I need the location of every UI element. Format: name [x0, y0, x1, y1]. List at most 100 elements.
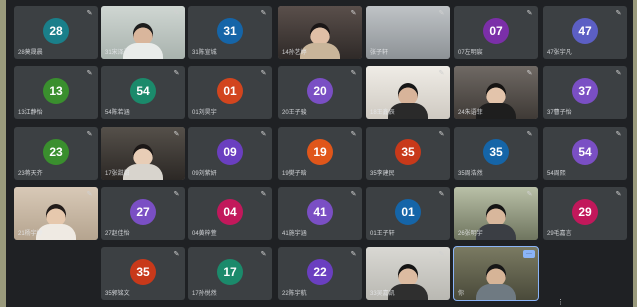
- mic-off-icon: ✎: [350, 131, 357, 138]
- participant-tile[interactable]: 01 ✎ 01刘昊宇: [188, 66, 272, 119]
- participant-avatar: 20: [307, 77, 333, 104]
- participant-avatar: 37: [572, 77, 598, 104]
- participant-name: 你: [458, 291, 465, 297]
- participant-name: 13江静怡: [18, 110, 43, 116]
- participant-name: 22陈宇航: [282, 291, 307, 297]
- participant-tile[interactable]: 09 ✎ 09刘紫妍: [188, 127, 272, 180]
- participant-tile[interactable]: 01 ✎ 01王子轩: [366, 187, 450, 240]
- participant-tile[interactable]: ··· 你: [453, 246, 539, 301]
- mic-off-icon: ✎: [86, 191, 93, 198]
- mic-off-icon: ✎: [438, 191, 445, 198]
- participant-avatar: 31: [217, 17, 243, 44]
- participant-tile[interactable]: ✎ 17张甜甜: [101, 127, 185, 180]
- participant-name: 20王子骏: [282, 110, 307, 116]
- participant-tile[interactable]: 29 ✎ 29毛嘉言: [543, 187, 627, 240]
- participant-name: 35郭铭文: [105, 291, 130, 297]
- participant-avatar: 09: [217, 138, 243, 165]
- participant-tile[interactable]: 35 ✎ 35郭铭文: [101, 247, 185, 300]
- participant-name: 35周浩然: [458, 171, 483, 177]
- mic-off-icon: ✎: [350, 70, 357, 77]
- participant-tile[interactable]: ✎ 24朱语菲: [454, 66, 538, 119]
- participant-figure: [476, 264, 516, 300]
- participant-tile[interactable]: ✎ 31宋泽灵: [101, 6, 185, 59]
- mic-off-icon: ✎: [526, 131, 533, 138]
- mic-off-icon: ✎: [86, 131, 93, 138]
- mic-off-icon: ✎: [615, 131, 622, 138]
- participant-name: 31宋泽灵: [105, 50, 130, 56]
- participant-name: 01刘昊宇: [192, 110, 217, 116]
- participant-name: 35李建民: [370, 171, 395, 177]
- participant-tile[interactable]: ✎ 21杨宇婷: [14, 187, 98, 240]
- mic-off-icon: ✎: [260, 251, 267, 258]
- participant-tile[interactable]: ✎ 26张明宇: [454, 187, 538, 240]
- participant-avatar: 07: [483, 17, 509, 44]
- participant-name: 27赵佳怡: [105, 231, 130, 237]
- participant-tile[interactable]: 23 ✎ 23蒋天齐: [14, 127, 98, 180]
- participant-avatar: 22: [307, 258, 333, 285]
- participant-tile[interactable]: 19 ✎ 19樊子晗: [278, 127, 362, 180]
- self-view-icon[interactable]: ···: [523, 250, 535, 258]
- mic-off-icon: ✎: [260, 70, 267, 77]
- participant-name: 41施宇涵: [282, 231, 307, 237]
- participant-tile[interactable]: ✎ 张子轩: [366, 6, 450, 59]
- participant-name: 29毛嘉言: [547, 231, 572, 237]
- participant-tile[interactable]: 54 ✎ 54周熙: [543, 127, 627, 180]
- participant-name: 47张宇凡: [547, 50, 572, 56]
- participant-tile[interactable]: 41 ✎ 41施宇涵: [278, 187, 362, 240]
- participant-name: 28莫晟晨: [18, 50, 43, 56]
- participant-tile[interactable]: 54 ✎ 54陈若涵: [101, 66, 185, 119]
- participant-tile[interactable]: ✎ 14孙艺婷: [278, 6, 362, 59]
- participant-tile[interactable]: 04 ✎ 04黄梓萱: [188, 187, 272, 240]
- mic-off-icon: ✎: [173, 70, 180, 77]
- participant-tile[interactable]: ✎ 18王鑫辰: [366, 66, 450, 119]
- mic-off-icon: ✎: [438, 131, 445, 138]
- participant-tile[interactable]: 07 ✎ 07左明宸: [454, 6, 538, 59]
- mic-off-icon: ✎: [350, 10, 357, 17]
- participant-tile[interactable]: 27 ✎ 27赵佳怡: [101, 187, 185, 240]
- participant-name: 31陈宣城: [192, 50, 217, 56]
- participant-avatar: 47: [572, 17, 598, 44]
- participant-name: 21杨宇婷: [18, 231, 43, 237]
- participant-name: 14孙艺婷: [282, 50, 307, 56]
- participant-avatar: 35: [130, 258, 156, 285]
- participant-name: 54陈若涵: [105, 110, 130, 116]
- participant-avatar: 28: [43, 17, 69, 44]
- participant-tile[interactable]: 20 ✎ 20王子骏: [278, 66, 362, 119]
- mic-off-icon: ✎: [350, 251, 357, 258]
- participant-name: 24朱语菲: [458, 110, 483, 116]
- participant-avatar: 19: [307, 138, 333, 165]
- participant-name: 33吴嘉凯: [370, 291, 395, 297]
- mic-off-icon: ✎: [173, 191, 180, 198]
- participant-avatar: 01: [395, 198, 421, 225]
- mic-off-icon: ✎: [350, 191, 357, 198]
- mic-off-icon: ✎: [260, 131, 267, 138]
- participant-name: 17孙悦然: [192, 291, 217, 297]
- participant-tile[interactable]: 17 ✎ 17孙悦然: [188, 247, 272, 300]
- mic-off-icon: ✎: [86, 10, 93, 17]
- participant-avatar: 23: [43, 138, 69, 165]
- mic-off-icon: ✎: [615, 70, 622, 77]
- participant-tile[interactable]: 31 ✎ 31陈宣城: [188, 6, 272, 59]
- mic-off-icon: ✎: [260, 10, 267, 17]
- mic-off-icon: ✎: [615, 10, 622, 17]
- participant-avatar: 35: [395, 138, 421, 165]
- participant-tile[interactable]: 35 ✎ 35李建民: [366, 127, 450, 180]
- participant-tile[interactable]: 37 ✎ 37曹子怡: [543, 66, 627, 119]
- participant-tile[interactable]: 13 ✎ 13江静怡: [14, 66, 98, 119]
- participant-avatar: 54: [572, 138, 598, 165]
- participant-name: 07左明宸: [458, 50, 483, 56]
- mic-off-icon: ✎: [526, 191, 533, 198]
- participant-tile[interactable]: ✎ 33吴嘉凯: [366, 247, 450, 300]
- participant-tile[interactable]: 28 ✎ 28莫晟晨: [14, 6, 98, 59]
- more-options-icon[interactable]: ⋮: [557, 299, 565, 307]
- participant-name: 37曹子怡: [547, 110, 572, 116]
- participant-tile[interactable]: 22 ✎ 22陈宇航: [278, 247, 362, 300]
- mic-off-icon: ✎: [438, 251, 445, 258]
- mic-off-icon: ✎: [173, 251, 180, 258]
- participant-name: 张子轩: [370, 50, 389, 56]
- participant-tile[interactable]: 47 ✎ 47张宇凡: [543, 6, 627, 59]
- participant-tile[interactable]: 35 ✎ 35周浩然: [454, 127, 538, 180]
- participant-name: 19樊子晗: [282, 171, 307, 177]
- participant-name: 54周熙: [547, 171, 566, 177]
- mic-off-icon: ✎: [86, 70, 93, 77]
